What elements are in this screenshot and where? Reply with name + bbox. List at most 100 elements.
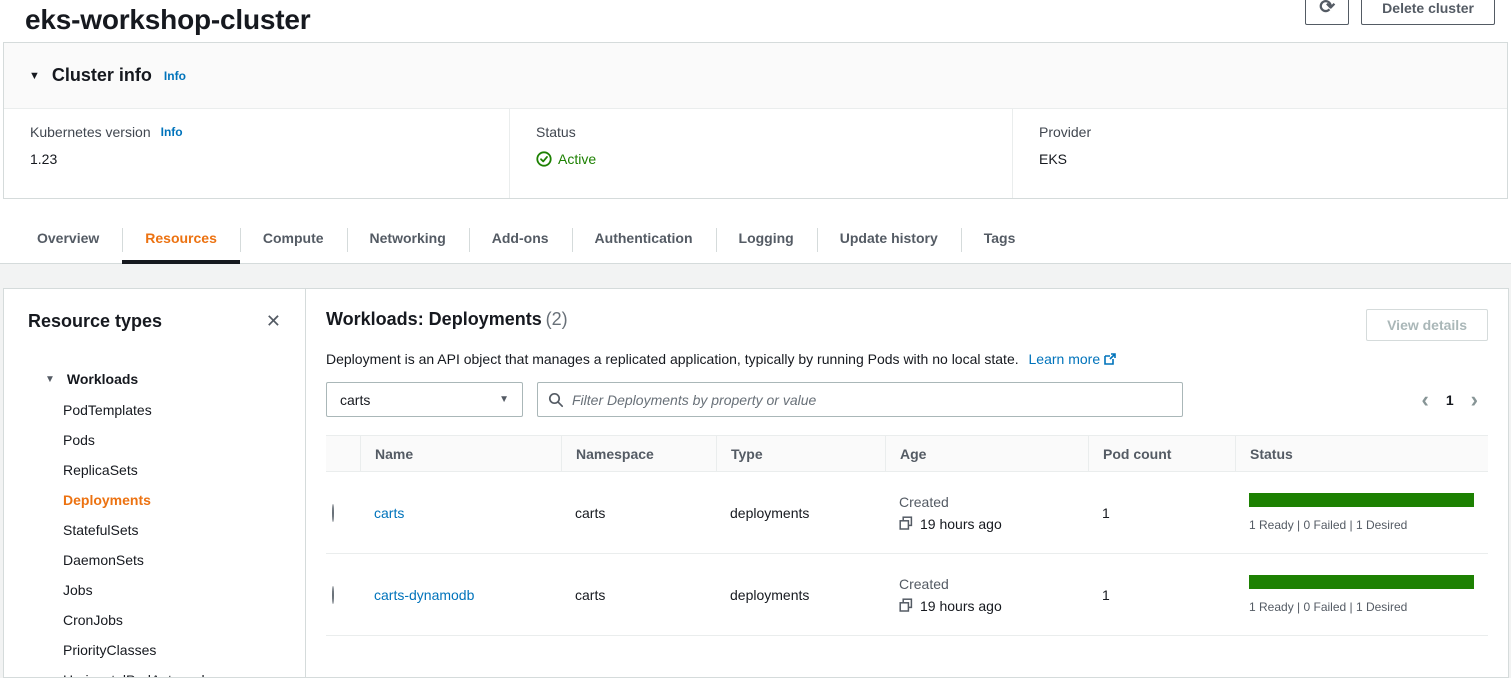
resource-types-sidebar: Resource types ✕ ▼ Workloads PodTemplate… — [3, 288, 306, 678]
cluster-info-panel: ▼ Cluster info Info Kubernetes version I… — [3, 42, 1508, 199]
column-header-name: Name — [360, 436, 561, 471]
cluster-tabs: Overview Resources Compute Networking Ad… — [0, 216, 1511, 264]
search-box[interactable] — [537, 382, 1183, 417]
sidebar-item-priorityclasses[interactable]: PriorityClasses — [63, 635, 281, 665]
tab-overview[interactable]: Overview — [14, 216, 122, 263]
tab-compute[interactable]: Compute — [240, 216, 347, 263]
column-header-type: Type — [716, 436, 885, 471]
status-cell: 1 Ready | 0 Failed | 1 Desired — [1235, 575, 1488, 614]
age-cell: Created 19 hours ago — [885, 576, 1088, 614]
deployment-name-link[interactable]: carts-dynamodb — [374, 587, 474, 603]
sidebar-item-statefulsets[interactable]: StatefulSets — [63, 515, 281, 545]
status-bar — [1249, 493, 1474, 507]
refresh-icon: ⟳ — [1319, 0, 1335, 18]
table-row: carts-dynamodb carts deployments Created… — [326, 554, 1488, 636]
collapse-triangle-icon[interactable]: ▼ — [45, 374, 55, 385]
select-column-header — [326, 436, 360, 471]
pagination: ‹ 1 › — [1422, 390, 1488, 410]
content-area: Resource types ✕ ▼ Workloads PodTemplate… — [0, 264, 1511, 678]
sidebar-item-jobs[interactable]: Jobs — [63, 575, 281, 605]
chevron-left-icon[interactable]: ‹ — [1422, 390, 1429, 410]
deployments-count: (2) — [546, 309, 568, 329]
chevron-right-icon[interactable]: › — [1471, 390, 1478, 410]
sidebar-item-podtemplates[interactable]: PodTemplates — [63, 395, 281, 425]
deployments-table: Name Namespace Type Age Pod count Status… — [326, 435, 1488, 636]
check-circle-icon — [536, 151, 552, 167]
status-label: Status — [536, 124, 986, 140]
kubernetes-version-field: Kubernetes version Info 1.23 — [4, 109, 509, 198]
filter-dropdown-value: carts — [340, 392, 370, 408]
view-details-button[interactable]: View details — [1366, 309, 1488, 341]
row-radio-button[interactable] — [332, 504, 334, 522]
type-cell: deployments — [716, 587, 885, 603]
copy-icon — [899, 598, 913, 613]
delete-cluster-button[interactable]: Delete cluster — [1361, 0, 1495, 25]
search-icon — [548, 392, 564, 408]
cluster-info-header[interactable]: ▼ Cluster info Info — [4, 43, 1507, 109]
namespace-cell: carts — [561, 587, 716, 603]
pod-count-cell: 1 — [1088, 505, 1235, 521]
status-field: Status Active — [509, 109, 1012, 198]
tab-tags[interactable]: Tags — [961, 216, 1039, 263]
provider-label: Provider — [1039, 124, 1481, 140]
tab-resources[interactable]: Resources — [122, 216, 240, 263]
cluster-info-body: Kubernetes version Info 1.23 Status Acti… — [4, 109, 1507, 198]
search-input[interactable] — [572, 392, 1172, 408]
deployments-title: Workloads: Deployments — [326, 309, 542, 329]
page-number[interactable]: 1 — [1446, 392, 1454, 408]
deployments-description: Deployment is an API object that manages… — [326, 351, 1488, 367]
sidebar-item-pods[interactable]: Pods — [63, 425, 281, 455]
column-header-namespace: Namespace — [561, 436, 716, 471]
learn-more-link[interactable]: Learn more — [1029, 351, 1118, 367]
external-link-icon — [1103, 352, 1117, 366]
chevron-down-icon: ▼ — [499, 394, 509, 405]
kubernetes-version-label: Kubernetes version Info — [30, 124, 483, 140]
tab-add-ons[interactable]: Add-ons — [469, 216, 572, 263]
namespace-cell: carts — [561, 505, 716, 521]
status-text: 1 Ready | 0 Failed | 1 Desired — [1249, 600, 1474, 614]
page-title: eks-workshop-cluster — [25, 0, 1486, 40]
sidebar-group-workloads[interactable]: ▼ Workloads — [28, 364, 281, 394]
sidebar-item-daemonsets[interactable]: DaemonSets — [63, 545, 281, 575]
sidebar-item-horizontalpodautoscalers[interactable]: HorizontalPodAutoscalers — [63, 665, 281, 678]
sidebar-title: Resource types — [28, 311, 162, 332]
column-header-age: Age — [885, 436, 1088, 471]
filter-row: carts ▼ ‹ 1 › — [326, 382, 1488, 417]
cluster-info-info-link[interactable]: Info — [164, 69, 186, 83]
deployments-panel: Workloads: Deployments (2) View details … — [305, 288, 1509, 678]
kubernetes-version-value: 1.23 — [30, 151, 483, 167]
table-header-row: Name Namespace Type Age Pod count Status — [326, 435, 1488, 472]
type-cell: deployments — [716, 505, 885, 521]
tab-networking[interactable]: Networking — [347, 216, 469, 263]
tab-logging[interactable]: Logging — [716, 216, 817, 263]
pod-count-cell: 1 — [1088, 587, 1235, 603]
status-text: 1 Ready | 0 Failed | 1 Desired — [1249, 518, 1474, 532]
sidebar-item-replicasets[interactable]: ReplicaSets — [63, 455, 281, 485]
refresh-button[interactable]: ⟳ — [1305, 0, 1349, 25]
cluster-info-title: Cluster info — [52, 65, 152, 86]
status-bar — [1249, 575, 1474, 589]
close-icon[interactable]: ✕ — [266, 311, 281, 332]
page-header: eks-workshop-cluster ⟳ Delete cluster — [0, 0, 1511, 42]
table-row: carts carts deployments Created 19 hours… — [326, 472, 1488, 554]
column-header-status: Status — [1235, 436, 1488, 471]
age-cell: Created 19 hours ago — [885, 494, 1088, 532]
filter-dropdown[interactable]: carts ▼ — [326, 382, 523, 417]
status-cell: 1 Ready | 0 Failed | 1 Desired — [1235, 493, 1488, 532]
provider-field: Provider EKS — [1012, 109, 1507, 198]
sidebar-item-deployments[interactable]: Deployments — [63, 485, 281, 515]
kubernetes-version-info-link[interactable]: Info — [161, 125, 183, 139]
collapse-triangle-icon[interactable]: ▼ — [29, 70, 40, 82]
deployment-name-link[interactable]: carts — [374, 505, 404, 521]
status-value: Active — [536, 151, 986, 167]
provider-value: EKS — [1039, 151, 1481, 167]
tab-authentication[interactable]: Authentication — [572, 216, 716, 263]
header-actions: ⟳ Delete cluster — [1305, 0, 1495, 25]
copy-icon — [899, 516, 913, 531]
sidebar-item-cronjobs[interactable]: CronJobs — [63, 605, 281, 635]
tab-update-history[interactable]: Update history — [817, 216, 961, 263]
eks-cluster-page: eks-workshop-cluster ⟳ Delete cluster ▼ … — [0, 0, 1511, 700]
row-radio-button[interactable] — [332, 586, 334, 604]
resource-tree: ▼ Workloads PodTemplates Pods ReplicaSet… — [28, 364, 281, 678]
column-header-pod-count: Pod count — [1088, 436, 1235, 471]
